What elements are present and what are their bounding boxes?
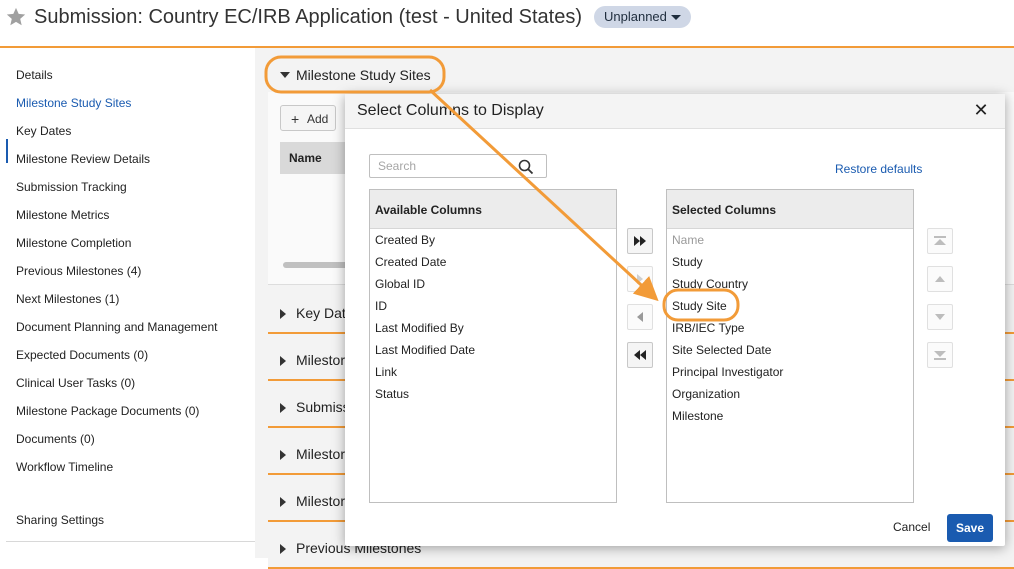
star-icon[interactable] xyxy=(5,6,27,28)
sidebar-item-sharing[interactable]: Sharing Settings xyxy=(16,513,104,527)
list-item[interactable]: Principal Investigator xyxy=(672,365,783,379)
sidebar-item[interactable]: Workflow Timeline xyxy=(16,460,113,474)
section-label: Milestor xyxy=(296,352,346,368)
section-milestone-study-sites[interactable]: Milestone Study Sites xyxy=(268,58,1014,92)
section-label: Submiss xyxy=(296,399,350,415)
sidebar-item[interactable]: Next Milestones (1) xyxy=(16,292,119,306)
list-item-highlighted[interactable]: Study Site xyxy=(672,299,727,313)
move-top-button[interactable] xyxy=(927,228,953,254)
move-all-right-icon xyxy=(634,236,646,246)
list-item[interactable]: Link xyxy=(375,365,397,379)
restore-defaults-link[interactable]: Restore defaults xyxy=(835,162,922,176)
section-label: Milestone Study Sites xyxy=(296,67,431,83)
section-label: Milestor xyxy=(296,446,346,462)
list-item[interactable]: Last Modified By xyxy=(375,321,464,335)
select-columns-dialog: Select Columns to Display ✕ Restore defa… xyxy=(345,94,1005,546)
list-item-locked: Name xyxy=(672,233,705,247)
grid-header-label: Name xyxy=(289,151,322,165)
sidebar: Details Milestone Study Sites Key Dates … xyxy=(0,48,255,558)
sidebar-item[interactable]: Milestone Metrics xyxy=(16,208,109,222)
list-header-label: Selected Columns xyxy=(672,203,777,217)
section-label: Key Dat xyxy=(296,305,346,321)
sidebar-item[interactable]: Milestone Review Details xyxy=(16,152,150,166)
horizontal-scrollbar[interactable] xyxy=(283,262,353,268)
move-up-icon xyxy=(935,276,945,282)
caret-right-icon xyxy=(280,497,286,507)
add-button-label: Add xyxy=(307,112,329,126)
sidebar-item[interactable]: Details xyxy=(16,68,53,82)
list-header-label: Available Columns xyxy=(375,203,482,217)
caret-right-icon xyxy=(280,403,286,413)
list-item[interactable]: Study Country xyxy=(672,277,748,291)
list-item[interactable]: Created By xyxy=(375,233,435,247)
caret-right-icon xyxy=(280,309,286,319)
sidebar-item[interactable]: Clinical User Tasks (0) xyxy=(16,376,135,390)
caret-right-icon xyxy=(280,544,286,554)
list-item[interactable]: Global ID xyxy=(375,277,425,291)
page-header: Submission: Country EC/IRB Application (… xyxy=(0,0,1014,48)
status-badge[interactable]: Unplanned xyxy=(594,6,691,28)
list-header: Available Columns xyxy=(370,190,616,229)
sidebar-item[interactable]: Key Dates xyxy=(16,124,71,138)
list-item[interactable]: IRB/IEC Type xyxy=(672,321,744,335)
move-left-button[interactable] xyxy=(627,304,653,330)
caret-down-icon xyxy=(280,72,290,78)
close-icon[interactable]: ✕ xyxy=(973,101,989,119)
list-item[interactable]: Organization xyxy=(672,387,740,401)
selected-columns-list[interactable]: Selected Columns Name Study Study Countr… xyxy=(666,189,914,503)
move-all-left-button[interactable] xyxy=(627,342,653,368)
move-right-button[interactable] xyxy=(627,266,653,292)
sidebar-item[interactable]: Milestone Package Documents (0) xyxy=(16,404,199,418)
sidebar-item[interactable]: Milestone Completion xyxy=(16,236,131,250)
sidebar-item-active[interactable]: Milestone Study Sites xyxy=(16,96,131,110)
section-label: Milestor xyxy=(296,493,346,509)
cancel-button[interactable]: Cancel xyxy=(893,520,930,534)
sidebar-active-indicator xyxy=(6,139,8,163)
caret-down-icon xyxy=(671,15,681,20)
caret-right-icon xyxy=(280,450,286,460)
sidebar-item[interactable]: Document Planning and Management xyxy=(16,320,217,334)
sidebar-item[interactable]: Previous Milestones (4) xyxy=(16,264,141,278)
sidebar-item[interactable]: Submission Tracking xyxy=(16,180,127,194)
move-all-left-icon xyxy=(634,350,646,360)
sidebar-divider xyxy=(6,541,255,542)
move-all-right-button[interactable] xyxy=(627,228,653,254)
list-item[interactable]: Milestone xyxy=(672,409,723,423)
plus-icon: + xyxy=(291,111,300,127)
list-header: Selected Columns xyxy=(667,190,913,229)
page-title: Submission: Country EC/IRB Application (… xyxy=(34,6,583,28)
move-up-button[interactable] xyxy=(927,266,953,292)
list-item[interactable]: Last Modified Date xyxy=(375,343,475,357)
move-down-button[interactable] xyxy=(927,304,953,330)
dialog-title: Select Columns to Display xyxy=(357,102,544,119)
sidebar-item[interactable]: Documents (0) xyxy=(16,432,95,446)
caret-right-icon xyxy=(280,356,286,366)
move-right-icon xyxy=(637,274,643,284)
dialog-header: Select Columns to Display ✕ xyxy=(345,94,1005,129)
save-button[interactable]: Save xyxy=(947,514,993,542)
list-item[interactable]: Created Date xyxy=(375,255,446,269)
status-label: Unplanned xyxy=(604,9,667,24)
move-down-icon xyxy=(935,314,945,320)
move-left-icon xyxy=(637,312,643,322)
list-item[interactable]: Study xyxy=(672,255,703,269)
sidebar-item[interactable]: Expected Documents (0) xyxy=(16,348,148,362)
available-columns-list[interactable]: Available Columns Created By Created Dat… xyxy=(369,189,617,503)
move-bottom-button[interactable] xyxy=(927,342,953,368)
list-item[interactable]: Status xyxy=(375,387,409,401)
add-button[interactable]: + Add xyxy=(280,105,336,131)
move-bottom-icon xyxy=(934,351,946,360)
list-item[interactable]: Site Selected Date xyxy=(672,343,771,357)
search-icon xyxy=(518,159,534,175)
move-top-icon xyxy=(934,236,946,245)
list-item[interactable]: ID xyxy=(375,299,387,313)
